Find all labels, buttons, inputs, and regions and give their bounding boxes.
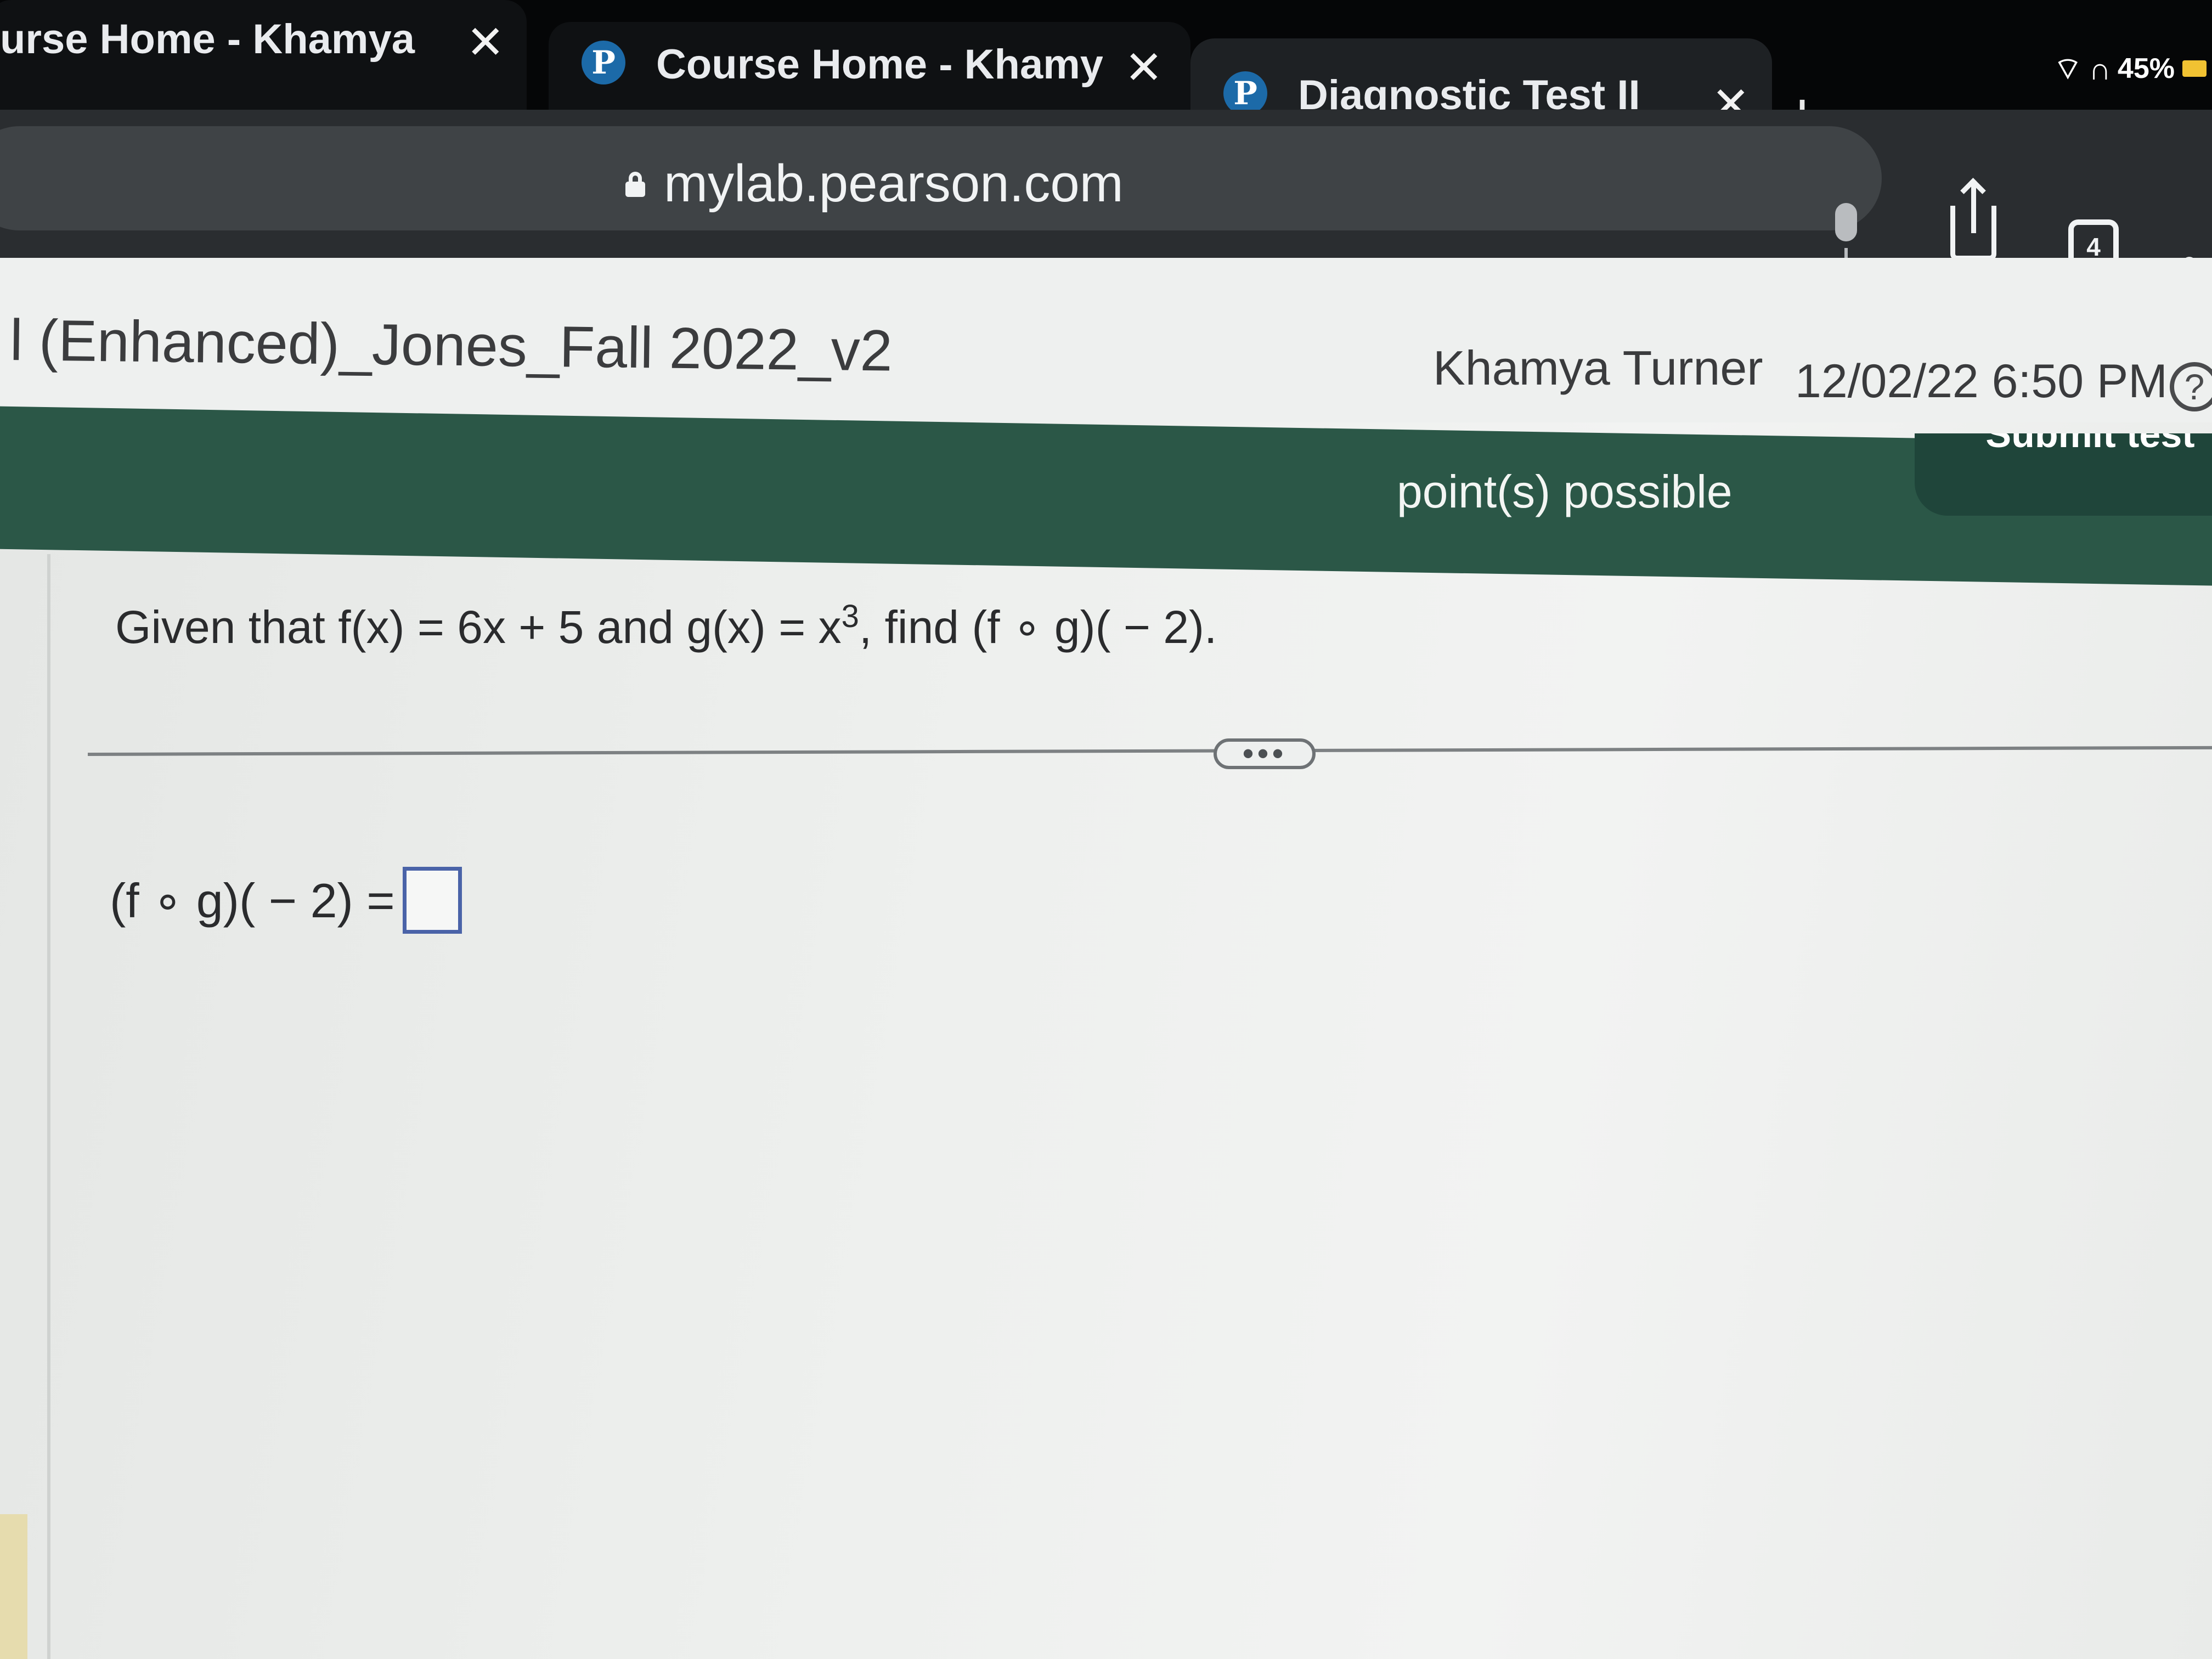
question-exponent: 3 — [841, 599, 859, 634]
pearson-icon: P — [1223, 71, 1267, 115]
status-bar — [0, 406, 2212, 586]
left-rule — [47, 554, 50, 1659]
user-name: Khamya Turner — [1433, 341, 1763, 395]
pearson-icon: P — [582, 41, 625, 84]
left-strip — [0, 1514, 27, 1659]
url-display[interactable]: mylab.pearson.com — [625, 154, 1124, 214]
url-text: mylab.pearson.com — [664, 154, 1124, 213]
answer-input[interactable] — [402, 867, 462, 934]
timestamp: 12/02/22 6:50 PM — [1795, 355, 2168, 408]
headphones-icon: ∩ — [2089, 51, 2111, 86]
lock-icon — [625, 172, 645, 197]
tab-title: urse Home - Khamya — [0, 16, 415, 63]
expand-handle-button[interactable]: ••• — [1214, 737, 1316, 770]
address-bar: mylab.pearson.com — [0, 110, 2212, 274]
question-suffix: , find (f ∘ g)( − 2). — [859, 601, 1217, 653]
close-icon[interactable]: ✕ — [1125, 41, 1163, 94]
course-title: l (Enhanced)_Jones_Fall 2022_v2 — [9, 308, 893, 383]
close-icon[interactable]: ✕ — [466, 15, 505, 69]
battery-icon — [2182, 60, 2207, 77]
points-possible: point(s) possible — [1397, 466, 1733, 517]
screen: urse Home - Khamya ✕ P Course Home - Kha… — [0, 0, 2212, 1659]
tab-course-home-1[interactable]: urse Home - Khamya ✕ — [0, 0, 527, 110]
answer-label: (f ∘ g)( − 2) = — [110, 873, 395, 928]
question-text: Given that f(x) = 6x + 5 and g(x) = x3, … — [115, 598, 1217, 654]
question-prefix: Given that f(x) = 6x + 5 and g(x) = x — [115, 601, 842, 653]
submit-test-button[interactable]: Submit test — [1915, 433, 2212, 516]
page-header: l (Enhanced)_Jones_Fall 2022_v2 Khamya T… — [0, 258, 2212, 422]
battery-percent: 45% — [2117, 53, 2175, 84]
microphone-icon[interactable] — [1835, 203, 1857, 262]
help-icon[interactable]: ? — [2170, 362, 2212, 411]
answer-row: (f ∘ g)( − 2) = — [110, 867, 462, 934]
tab-title: Course Home - Khamya — [656, 41, 1103, 88]
wifi-icon: ⌔ — [2053, 51, 2083, 86]
submit-test-label: Submit test — [1985, 433, 2195, 455]
status-area: ⌔ ∩ 45% — [2053, 49, 2207, 88]
divider — [87, 746, 2212, 756]
share-icon[interactable] — [1950, 184, 1996, 261]
